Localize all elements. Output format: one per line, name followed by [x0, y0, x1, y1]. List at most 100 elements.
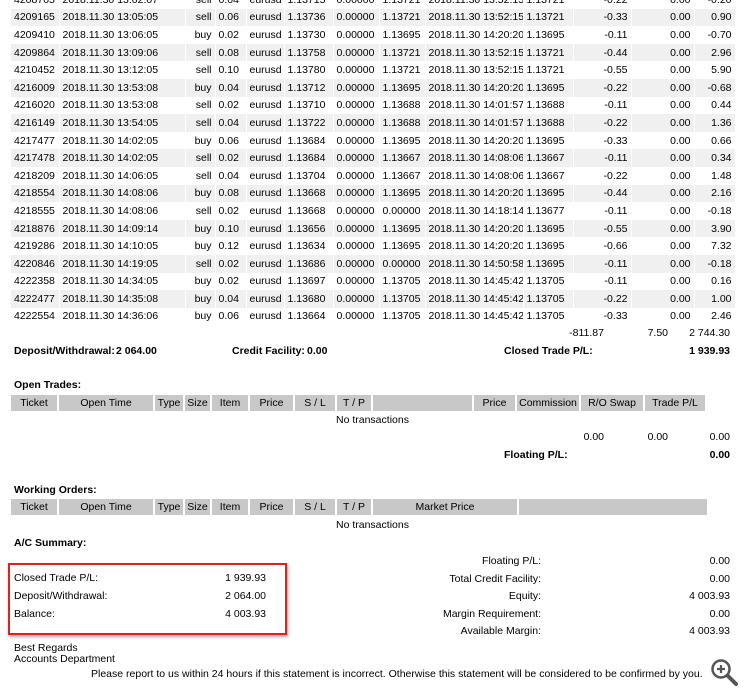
cell-open-price: 1.13704 — [284, 166, 334, 185]
cell-sl: 0.00000 — [333, 78, 380, 97]
cell-item: eurusd — [246, 202, 285, 220]
cell-tp: 1.13695 — [379, 219, 426, 238]
cell-sl: 0.00000 — [333, 43, 380, 62]
cell-sl: 0.00000 — [333, 96, 380, 115]
cell-swap: 0.00 — [631, 149, 695, 167]
cell-swap: 0.00 — [631, 219, 695, 238]
zoom-in-icon[interactable] — [708, 656, 740, 688]
ac-floating-pl-label: Floating P/L: — [482, 555, 541, 567]
cell-profit: 1.48 — [694, 166, 736, 185]
cell-swap: 0.00 — [631, 114, 695, 132]
cell-item: eurusd — [246, 131, 285, 150]
col-market-price: Market Price — [373, 499, 519, 515]
cell-open-price: 1.13780 — [284, 61, 334, 79]
cell-type: buy — [185, 131, 216, 150]
cell-close-price: 1.13695 — [523, 78, 574, 97]
cell-type: sell — [185, 149, 216, 167]
cell-size: 0.06 — [215, 8, 247, 27]
open-total-profit: 0.00 — [709, 431, 730, 443]
cell-commission: -0.11 — [573, 26, 632, 44]
cell-commission: -0.44 — [573, 184, 632, 203]
cell-type: sell — [185, 166, 216, 185]
cell-size: 0.04 — [215, 78, 247, 97]
cell-open-time: 2018.11.30 14:10:05 — [59, 237, 186, 255]
cell-item: eurusd — [246, 166, 285, 185]
cell-close-time: 2018.11.30 14:08:06 — [425, 166, 524, 185]
cell-close-price: 1.13688 — [523, 114, 574, 132]
cell-size: 0.02 — [215, 272, 247, 291]
cell-swap: 0.00 — [631, 26, 695, 44]
cell-close-price: 1.13695 — [523, 237, 574, 255]
cell-open-price: 1.13684 — [284, 131, 334, 150]
cell-commission: -0.55 — [573, 61, 632, 79]
ac-deposit-value: 2 064.00 — [225, 590, 266, 602]
cell-swap: 0.00 — [631, 43, 695, 62]
cell-item: eurusd — [246, 61, 285, 79]
cell-sl: 0.00000 — [333, 0, 380, 9]
cell-profit: -0.68 — [694, 78, 736, 97]
col-trade-pl: Trade P/L — [645, 395, 705, 411]
cell-size: 0.08 — [215, 184, 247, 203]
cell-tp: 1.13667 — [379, 166, 426, 185]
cell-open-time: 2018.11.30 13:53:08 — [59, 78, 186, 97]
cell-open-price: 1.13722 — [284, 114, 334, 132]
table-row: 4209410 2018.11.30 13:06:05 buy 0.02 eurusd 1… — [11, 26, 736, 44]
cell-size: 0.06 — [215, 307, 247, 326]
cell-item: eurusd — [246, 290, 285, 308]
cell-open-time: 2018.11.30 14:35:08 — [59, 290, 186, 308]
cell-close-time: 2018.11.30 14:08:06 — [425, 149, 524, 167]
cell-ticket: 4222477 — [11, 290, 60, 308]
cell-open-time: 2018.11.30 14:36:06 — [59, 307, 186, 326]
cell-tp: 1.13688 — [379, 96, 426, 115]
cell-size: 0.02 — [215, 254, 247, 273]
cell-profit: -0.18 — [694, 202, 736, 220]
cell-type: buy — [185, 272, 216, 291]
cell-item: eurusd — [246, 8, 285, 27]
cell-tp: 1.13695 — [379, 237, 426, 255]
cell-tp: 0.00000 — [379, 202, 426, 220]
cell-open-time: 2018.11.30 13:53:08 — [59, 96, 186, 115]
ac-equity-value: 4 003.93 — [689, 590, 730, 602]
cell-swap: 0.00 — [631, 78, 695, 97]
col-item: Item — [212, 499, 250, 515]
cell-profit: 1.00 — [694, 290, 736, 308]
cell-sl: 0.00000 — [333, 254, 380, 273]
cell-commission: -0.33 — [573, 307, 632, 326]
cell-size: 0.08 — [215, 43, 247, 62]
table-row: 4222554 2018.11.30 14:36:06 buy 0.06 eurusd 1… — [11, 307, 736, 326]
ac-balance-label: Balance: — [14, 608, 55, 620]
table-row: 4222358 2018.11.30 14:34:05 buy 0.02 eurusd 1… — [11, 272, 736, 291]
col-type: Type — [155, 395, 185, 411]
cell-profit: 2.96 — [694, 43, 736, 62]
cell-tp: 1.13721 — [379, 43, 426, 62]
cell-swap: 0.00 — [631, 96, 695, 115]
cell-size: 0.10 — [215, 61, 247, 79]
ac-avail-margin-label: Available Margin: — [460, 625, 541, 637]
cell-profit: 0.90 — [694, 8, 736, 27]
table-row: 4209165 2018.11.30 13:05:05 sell 0.06 eurusd… — [11, 8, 736, 27]
cell-close-time: 2018.11.30 14:20:20 — [425, 237, 524, 255]
cell-item: eurusd — [246, 0, 285, 9]
table-row: 4216009 2018.11.30 13:53:08 buy 0.04 eurusd 1… — [11, 78, 736, 97]
cell-swap: 0.00 — [631, 307, 695, 326]
table-row: 4216149 2018.11.30 13:54:05 sell 0.04 eurusd… — [11, 114, 736, 132]
cell-close-time: 2018.11.30 13:52:15 — [425, 43, 524, 62]
open-total-commission: 0.00 — [583, 431, 604, 443]
closed-total-commission: -811.87 — [569, 327, 604, 339]
cell-tp: 1.13695 — [379, 131, 426, 150]
working-orders-header: Ticket Open Time Type Size Item Price S … — [11, 499, 735, 515]
cell-item: eurusd — [246, 219, 285, 238]
cell-open-time: 2018.11.30 14:08:06 — [59, 184, 186, 203]
cell-item: eurusd — [246, 272, 285, 291]
closed-pl-value: 1 939.93 — [689, 345, 730, 357]
cell-open-time: 2018.11.30 13:54:05 — [59, 114, 186, 132]
cell-size: 0.04 — [215, 290, 247, 308]
cell-close-time: 2018.11.30 14:45:42 — [425, 272, 524, 291]
cell-size: 0.02 — [215, 96, 247, 115]
col-ticket: Ticket — [11, 499, 59, 515]
cell-open-price: 1.13686 — [284, 254, 334, 273]
cell-close-time: 2018.11.30 13:52:15 — [425, 8, 524, 27]
ac-credit-label: Total Credit Facility: — [449, 573, 541, 585]
cell-size: 0.02 — [215, 26, 247, 44]
cell-profit: 2.16 — [694, 184, 736, 203]
